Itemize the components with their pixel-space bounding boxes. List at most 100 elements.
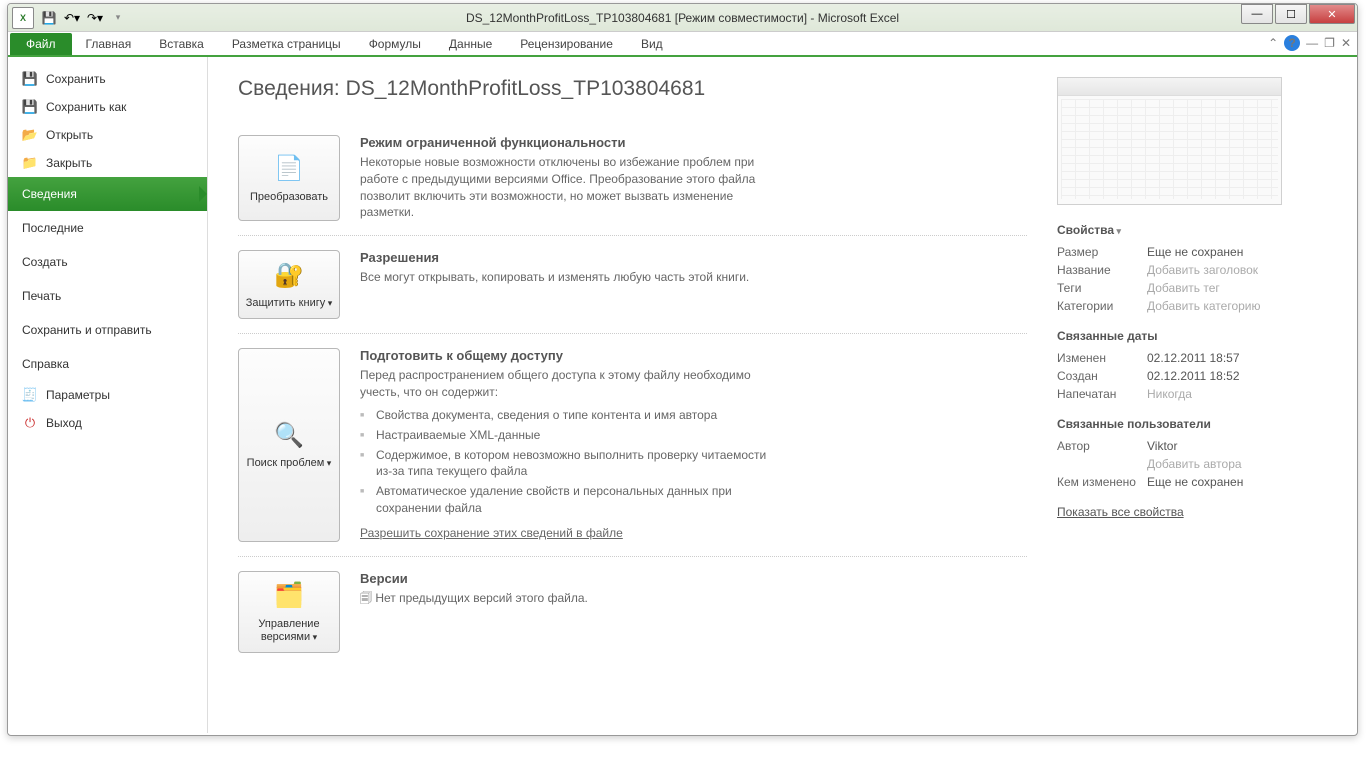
convert-button[interactable]: 📄 Преобразовать (238, 135, 340, 221)
section-permissions: 🔐 Защитить книгу Разрешения Все могут от… (238, 236, 1027, 334)
minimize-button[interactable]: — (1241, 4, 1273, 24)
lock-icon: 🔐 (272, 259, 306, 293)
window-controls: — ☐ ✕ (1241, 4, 1357, 24)
section-share: 🔍 Поиск проблем Подготовить к общему дос… (238, 334, 1027, 556)
sidebar-info[interactable]: Сведения (8, 177, 207, 211)
save-icon: 💾 (22, 71, 38, 87)
sidebar-item-label: Параметры (46, 388, 110, 402)
list-item: Свойства документа, сведения о типе конт… (360, 407, 780, 424)
sidebar-print[interactable]: Печать (8, 279, 207, 313)
inspect-icon: 🔍 (272, 419, 306, 453)
tab-formulas[interactable]: Формулы (355, 33, 435, 55)
properties-dropdown[interactable]: Свойства (1057, 223, 1337, 237)
undo-icon[interactable]: ↶▾ (62, 8, 82, 28)
protect-button[interactable]: 🔐 Защитить книгу (238, 250, 340, 319)
convert-icon: 📄 (272, 153, 306, 187)
sidebar-item-label: Сведения (22, 187, 77, 201)
sidebar-item-label: Сохранить (46, 72, 106, 86)
exit-icon: ⏻ (22, 415, 38, 431)
sidebar-save-send[interactable]: Сохранить и отправить (8, 313, 207, 347)
button-label: Поиск проблем (247, 457, 332, 470)
sidebar-item-label: Открыть (46, 128, 93, 142)
page-title: Сведения: DS_12MonthProfitLoss_TP1038046… (238, 77, 1027, 101)
doc-restore-icon[interactable]: ❐ (1324, 36, 1335, 50)
sidebar-new[interactable]: Создать (8, 245, 207, 279)
prop-row: АвторViktor (1057, 437, 1337, 455)
file-tab[interactable]: Файл (10, 33, 72, 55)
versions-icon: 🗂️ (272, 580, 306, 614)
options-icon: 🧾 (22, 387, 38, 403)
prop-row: РазмерЕще не сохранен (1057, 243, 1337, 261)
sidebar-item-label: Последние (22, 221, 84, 235)
sidebar-item-label: Печать (22, 289, 61, 303)
ribbon-minimize-icon[interactable]: ⌃ (1268, 36, 1278, 50)
list-item: Автоматическое удаление свойств и персон… (360, 483, 780, 517)
sidebar-item-label: Справка (22, 357, 69, 371)
section-heading: Версии (360, 571, 780, 586)
doc-close-icon[interactable]: ✕ (1341, 36, 1351, 50)
redo-icon[interactable]: ↷▾ (85, 8, 105, 28)
add-title-field[interactable]: Добавить заголовок (1147, 263, 1258, 277)
section-body: Все могут открывать, копировать и изменя… (360, 269, 780, 286)
sidebar-recent[interactable]: Последние (8, 211, 207, 245)
ribbon-right-controls: ⌃ ? — ❐ ✕ (1268, 35, 1351, 51)
qat-customize-icon[interactable]: ▾ (108, 8, 128, 28)
sidebar-exit[interactable]: ⏻ Выход (8, 409, 207, 437)
section-body: 🗐 Нет предыдущих версий этого файла. (360, 590, 780, 607)
dates-heading: Связанные даты (1057, 329, 1337, 343)
add-author-field[interactable]: Добавить автора (1147, 457, 1242, 471)
section-body: Некоторые новые возможности отключены во… (360, 154, 780, 221)
button-label: Управление версиями (243, 618, 335, 644)
section-heading: Подготовить к общему доступу (360, 348, 780, 363)
sidebar-saveas[interactable]: 💾Сохранить как (8, 93, 207, 121)
sidebar-options[interactable]: 🧾 Параметры (8, 381, 207, 409)
tab-view[interactable]: Вид (627, 33, 677, 55)
quick-access-toolbar: X 💾 ↶▾ ↷▾ ▾ (8, 7, 132, 29)
tab-review[interactable]: Рецензирование (506, 33, 627, 55)
sidebar-open[interactable]: 📂 Открыть (8, 121, 207, 149)
sidebar-save[interactable]: 💾 Сохранить (8, 65, 207, 93)
help-icon[interactable]: ? (1284, 35, 1300, 51)
tab-data[interactable]: Данные (435, 33, 506, 55)
title-bar: X 💾 ↶▾ ↷▾ ▾ DS_12MonthProfitLoss_TP10380… (8, 4, 1357, 32)
maximize-button[interactable]: ☐ (1275, 4, 1307, 24)
section-body: Перед распространением общего доступа к … (360, 367, 780, 401)
allow-save-link[interactable]: Разрешить сохранение этих сведений в фай… (360, 526, 623, 540)
prop-row: ТегиДобавить тег (1057, 279, 1337, 297)
add-tag-field[interactable]: Добавить тег (1147, 281, 1220, 295)
save-icon[interactable]: 💾 (39, 8, 59, 28)
prop-row: Кем измененоЕще не сохранен (1057, 473, 1337, 491)
backstage-view: 💾 Сохранить 💾Сохранить как 📂 Открыть 📁 Закр… (8, 57, 1357, 733)
backstage-sidebar: 💾 Сохранить 💾Сохранить как 📂 Открыть 📁 Закр… (8, 57, 208, 733)
tab-insert[interactable]: Вставка (145, 33, 218, 55)
excel-app-icon[interactable]: X (12, 7, 34, 29)
folder-open-icon: 📂 (22, 127, 38, 143)
folder-close-icon: 📁 (22, 155, 38, 171)
section-heading: Разрешения (360, 250, 780, 265)
show-all-props-link[interactable]: Показать все свойства (1057, 505, 1337, 519)
properties-panel: Свойства РазмерЕще не сохранен НазваниеД… (1057, 57, 1357, 733)
prop-row: КатегорииДобавить категорию (1057, 297, 1337, 315)
tab-home[interactable]: Главная (72, 33, 146, 55)
document-thumbnail[interactable] (1057, 77, 1282, 205)
section-compat: 📄 Преобразовать Режим ограниченной функц… (238, 121, 1027, 236)
doc-minimize-icon[interactable]: — (1306, 36, 1318, 50)
manage-versions-button[interactable]: 🗂️ Управление версиями (238, 571, 340, 653)
prop-row: НапечатанНикогда (1057, 385, 1337, 403)
add-category-field[interactable]: Добавить категорию (1147, 299, 1261, 313)
sidebar-close[interactable]: 📁 Закрыть (8, 149, 207, 177)
tab-layout[interactable]: Разметка страницы (218, 33, 355, 55)
sidebar-item-label: Закрыть (46, 156, 92, 170)
list-item: Содержимое, в котором невозможно выполни… (360, 447, 780, 481)
saveas-icon: 💾 (22, 99, 38, 115)
ribbon-tabs: Файл Главная Вставка Разметка страницы Ф… (8, 32, 1357, 57)
sidebar-help[interactable]: Справка (8, 347, 207, 381)
sidebar-item-label: Выход (46, 416, 82, 430)
window-title: DS_12MonthProfitLoss_TP103804681 [Режим … (466, 11, 899, 25)
backstage-main: Сведения: DS_12MonthProfitLoss_TP1038046… (208, 57, 1057, 733)
prop-row: НазваниеДобавить заголовок (1057, 261, 1337, 279)
prop-row: Создан02.12.2011 18:52 (1057, 367, 1337, 385)
close-button[interactable]: ✕ (1309, 4, 1355, 24)
section-versions: 🗂️ Управление версиями Версии 🗐 Нет пред… (238, 557, 1027, 667)
check-issues-button[interactable]: 🔍 Поиск проблем (238, 348, 340, 541)
